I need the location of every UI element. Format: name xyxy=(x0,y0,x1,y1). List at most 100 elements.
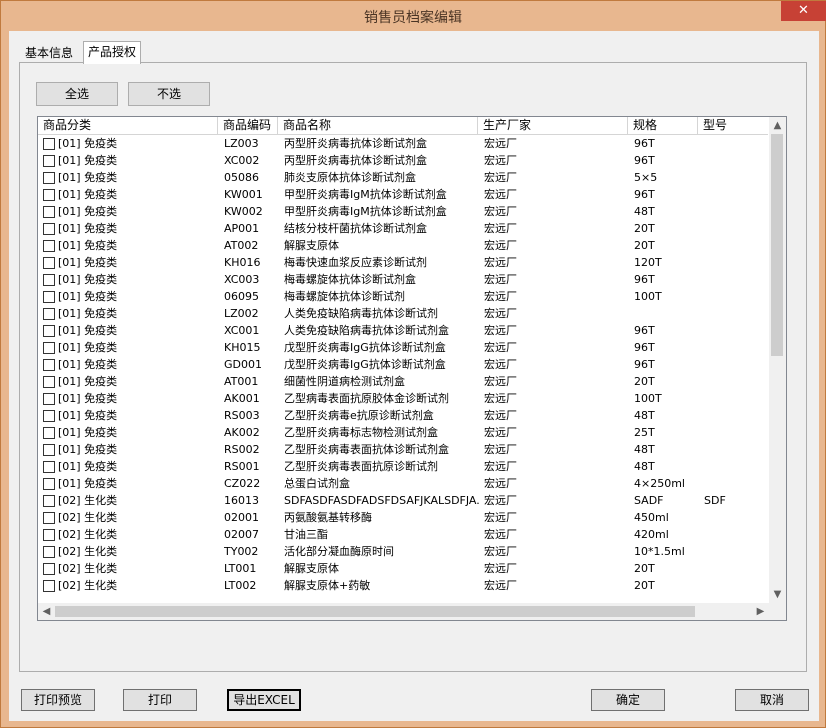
checkbox-icon[interactable] xyxy=(43,359,55,371)
column-header-spec[interactable]: 规格 xyxy=(628,117,698,134)
select-all-button[interactable]: 全选 xyxy=(36,82,118,106)
table-row[interactable]: [01] 免疫类 AK002 乙型肝炎病毒标志物检测试剂盒 宏远厂 25T xyxy=(38,424,768,441)
checkbox-icon[interactable] xyxy=(43,155,55,167)
table-row[interactable]: [01] 免疫类 KH015 戊型肝炎病毒IgG抗体诊断试剂盒 宏远厂 96T xyxy=(38,339,768,356)
checkbox-icon[interactable] xyxy=(43,427,55,439)
cell-model xyxy=(704,390,766,407)
checkbox-icon[interactable] xyxy=(43,257,55,269)
table-row[interactable]: [01] 免疫类 XC003 梅毒螺旋体抗体诊断试剂盒 宏远厂 96T xyxy=(38,271,768,288)
checkbox-icon[interactable] xyxy=(43,240,55,252)
cell-name: 活化部分凝血酶原时间 xyxy=(284,545,394,558)
checkbox-icon[interactable] xyxy=(43,138,55,150)
table-row[interactable]: [01] 免疫类 AP001 结核分枝杆菌抗体诊断试剂盒 宏远厂 20T xyxy=(38,220,768,237)
table-row[interactable]: [01] 免疫类 KH016 梅毒快速血浆反应素诊断试剂 宏远厂 120T xyxy=(38,254,768,271)
table-row[interactable]: [01] 免疫类 KW001 甲型肝炎病毒IgM抗体诊断试剂盒 宏远厂 96T xyxy=(38,186,768,203)
cell-code: CZ022 xyxy=(224,477,261,490)
checkbox-icon[interactable] xyxy=(43,376,55,388)
cell-model xyxy=(704,475,766,492)
checkbox-icon[interactable] xyxy=(43,444,55,456)
cell-spec: 96T xyxy=(634,154,655,167)
list-header: 商品分类 商品编码 商品名称 生产厂家 规格 型号 xyxy=(38,117,768,135)
table-row[interactable]: [01] 免疫类 XC001 人类免疫缺陷病毒抗体诊断试剂盒 宏远厂 96T xyxy=(38,322,768,339)
checkbox-icon[interactable] xyxy=(43,478,55,490)
checkbox-icon[interactable] xyxy=(43,546,55,558)
print-button[interactable]: 打印 xyxy=(123,689,197,711)
table-row[interactable]: [01] 免疫类 XC002 丙型肝炎病毒抗体诊断试剂盒 宏远厂 96T xyxy=(38,152,768,169)
table-row[interactable]: [01] 免疫类 LZ003 丙型肝炎病毒抗体诊断试剂盒 宏远厂 96T xyxy=(38,135,768,152)
cell-maker: 宏远厂 xyxy=(484,154,517,167)
checkbox-icon[interactable] xyxy=(43,325,55,337)
cell-model xyxy=(704,339,766,356)
checkbox-icon[interactable] xyxy=(43,291,55,303)
checkbox-icon[interactable] xyxy=(43,563,55,575)
cell-category: [02] 生化类 xyxy=(58,511,118,524)
table-row[interactable]: [01] 免疫类 RS003 乙型肝炎病毒e抗原诊断试剂盒 宏远厂 48T xyxy=(38,407,768,424)
tab-basic-info[interactable]: 基本信息 xyxy=(21,43,77,63)
vertical-scroll-thumb[interactable] xyxy=(771,134,783,356)
horizontal-scrollbar[interactable]: ◀ ▶ xyxy=(38,603,769,620)
scroll-right-arrow-icon[interactable]: ▶ xyxy=(752,603,769,620)
close-icon[interactable]: ✕ xyxy=(781,1,826,21)
product-list[interactable]: 商品分类 商品编码 商品名称 生产厂家 规格 型号 [01] 免疫类 LZ003 丙… xyxy=(37,116,787,621)
column-header-maker[interactable]: 生产厂家 xyxy=(478,117,628,134)
column-header-name[interactable]: 商品名称 xyxy=(278,117,478,134)
export-excel-button[interactable]: 导出EXCEL xyxy=(227,689,301,711)
table-row[interactable]: [01] 免疫类 LZ002 人类免疫缺陷病毒抗体诊断试剂 宏远厂 xyxy=(38,305,768,322)
cell-maker: 宏远厂 xyxy=(484,188,517,201)
cell-name: 总蛋白试剂盒 xyxy=(284,477,350,490)
table-row[interactable]: [01] 免疫类 05086 肺炎支原体抗体诊断试剂盒 宏远厂 5×5 xyxy=(38,169,768,186)
cell-model xyxy=(704,288,766,305)
checkbox-icon[interactable] xyxy=(43,172,55,184)
checkbox-icon[interactable] xyxy=(43,580,55,592)
cell-name: 解脲支原体+药敏 xyxy=(284,579,371,592)
cell-name: 甲型肝炎病毒IgM抗体诊断试剂盒 xyxy=(284,188,447,201)
table-row[interactable]: [01] 免疫类 AK001 乙型病毒表面抗原胶体金诊断试剂 宏远厂 100T xyxy=(38,390,768,407)
column-header-category[interactable]: 商品分类 xyxy=(38,117,218,134)
print-preview-button[interactable]: 打印预览 xyxy=(21,689,95,711)
table-row[interactable]: [01] 免疫类 KW002 甲型肝炎病毒IgM抗体诊断试剂盒 宏远厂 48T xyxy=(38,203,768,220)
checkbox-icon[interactable] xyxy=(43,512,55,524)
table-row[interactable]: [02] 生化类 16013 SDFASDFASDFADSFDSAFJKALSDFJ… xyxy=(38,492,768,509)
scroll-left-arrow-icon[interactable]: ◀ xyxy=(38,603,55,620)
table-row[interactable]: [02] 生化类 LT002 解脲支原体+药敏 宏远厂 20T xyxy=(38,577,768,594)
checkbox-icon[interactable] xyxy=(43,529,55,541)
table-row[interactable]: [02] 生化类 02001 丙氨酸氨基转移酶 宏远厂 450ml xyxy=(38,509,768,526)
horizontal-scroll-thumb[interactable] xyxy=(55,606,695,617)
ok-button[interactable]: 确定 xyxy=(591,689,665,711)
checkbox-icon[interactable] xyxy=(43,495,55,507)
select-none-button[interactable]: 不选 xyxy=(128,82,210,106)
checkbox-icon[interactable] xyxy=(43,223,55,235)
cell-model xyxy=(704,577,766,594)
table-row[interactable]: [01] 免疫类 AT002 解脲支原体 宏远厂 20T xyxy=(38,237,768,254)
table-row[interactable]: [01] 免疫类 06095 梅毒螺旋体抗体诊断试剂 宏远厂 100T xyxy=(38,288,768,305)
vertical-scrollbar[interactable]: ▲ ▼ xyxy=(769,117,786,603)
checkbox-icon[interactable] xyxy=(43,393,55,405)
table-row[interactable]: [01] 免疫类 RS001 乙型肝炎病毒表面抗原诊断试剂 宏远厂 48T xyxy=(38,458,768,475)
column-header-code[interactable]: 商品编码 xyxy=(218,117,278,134)
checkbox-icon[interactable] xyxy=(43,410,55,422)
scroll-up-arrow-icon[interactable]: ▲ xyxy=(769,117,786,134)
table-row[interactable]: [02] 生化类 TY002 活化部分凝血酶原时间 宏远厂 10*1.5ml xyxy=(38,543,768,560)
table-row[interactable]: [01] 免疫类 GD001 戊型肝炎病毒IgG抗体诊断试剂盒 宏远厂 96T xyxy=(38,356,768,373)
table-row[interactable]: [02] 生化类 LT001 解脲支原体 宏远厂 20T xyxy=(38,560,768,577)
cell-maker: 宏远厂 xyxy=(484,477,517,490)
cell-spec xyxy=(634,305,700,322)
scroll-down-arrow-icon[interactable]: ▼ xyxy=(769,586,786,603)
checkbox-icon[interactable] xyxy=(43,206,55,218)
checkbox-icon[interactable] xyxy=(43,461,55,473)
cell-maker: 宏远厂 xyxy=(484,137,517,150)
column-header-model[interactable]: 型号 xyxy=(698,117,768,134)
table-row[interactable]: [02] 生化类 02007 甘油三酯 宏远厂 420ml xyxy=(38,526,768,543)
table-row[interactable]: [01] 免疫类 RS002 乙型肝炎病毒表面抗体诊断试剂盒 宏远厂 48T xyxy=(38,441,768,458)
cell-maker: 宏远厂 xyxy=(484,307,517,320)
cancel-button[interactable]: 取消 xyxy=(735,689,809,711)
checkbox-icon[interactable] xyxy=(43,274,55,286)
checkbox-icon[interactable] xyxy=(43,342,55,354)
cell-category: [01] 免疫类 xyxy=(58,188,118,201)
table-row[interactable]: [01] 免疫类 CZ022 总蛋白试剂盒 宏远厂 4×250ml xyxy=(38,475,768,492)
checkbox-icon[interactable] xyxy=(43,189,55,201)
tab-product-authorization[interactable]: 产品授权 xyxy=(83,41,142,64)
table-row[interactable]: [01] 免疫类 AT001 细菌性阴道病检测试剂盒 宏远厂 20T xyxy=(38,373,768,390)
cell-code: 05086 xyxy=(224,171,259,184)
checkbox-icon[interactable] xyxy=(43,308,55,320)
